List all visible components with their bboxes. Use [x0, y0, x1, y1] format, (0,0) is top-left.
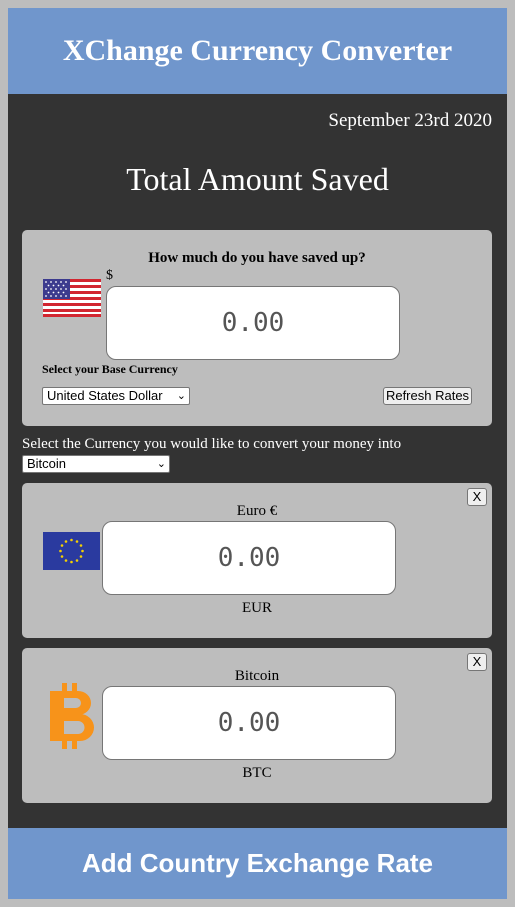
currency-symbol: $	[106, 268, 113, 283]
target-currency-label: Select the Currency you would like to co…	[22, 436, 402, 452]
currency-code: EUR	[242, 600, 272, 616]
base-currency-select[interactable]: United States Dollar ⌄	[42, 387, 190, 405]
conversion-card-btc: X Bitcoin 0.00 BTC	[22, 648, 492, 803]
eu-flag-icon	[43, 532, 100, 570]
base-amount-input[interactable]: 0.00	[106, 286, 400, 360]
savings-question: How much do you have saved up?	[148, 250, 366, 266]
app-title: XChange Currency Converter	[62, 34, 453, 67]
refresh-rates-button[interactable]: Refresh Rates	[383, 387, 472, 405]
page-title: Total Amount Saved	[126, 161, 389, 197]
target-currency-select[interactable]: Bitcoin ⌄	[22, 455, 170, 473]
btc-amount-output[interactable]: 0.00	[102, 686, 396, 760]
base-currency-value: United States Dollar	[47, 388, 163, 403]
currency-code: BTC	[242, 765, 272, 781]
base-currency-label: Select your Base Currency	[42, 362, 178, 376]
add-exchange-rate-label: Add Country Exchange Rate	[81, 848, 434, 878]
us-flag-icon	[43, 279, 101, 317]
app-frame: XChange Currency Converter September 23r…	[8, 8, 507, 899]
add-exchange-rate-button[interactable]: Add Country Exchange Rate	[8, 828, 507, 899]
current-date: September 23rd 2020	[328, 110, 492, 131]
target-currency-value: Bitcoin	[27, 456, 67, 471]
chevron-down-icon: ⌄	[156, 458, 166, 470]
eur-amount-output[interactable]: 0.00	[102, 521, 396, 595]
app-header: XChange Currency Converter	[8, 8, 507, 94]
bitcoin-icon	[50, 683, 94, 749]
currency-name: Euro €	[236, 503, 278, 519]
base-currency-card: How much do you have saved up? $ 0.00 Se…	[22, 230, 492, 426]
chevron-down-icon: ⌄	[176, 390, 186, 402]
conversion-card-eur: X Euro € 0.00 EUR	[22, 483, 492, 638]
